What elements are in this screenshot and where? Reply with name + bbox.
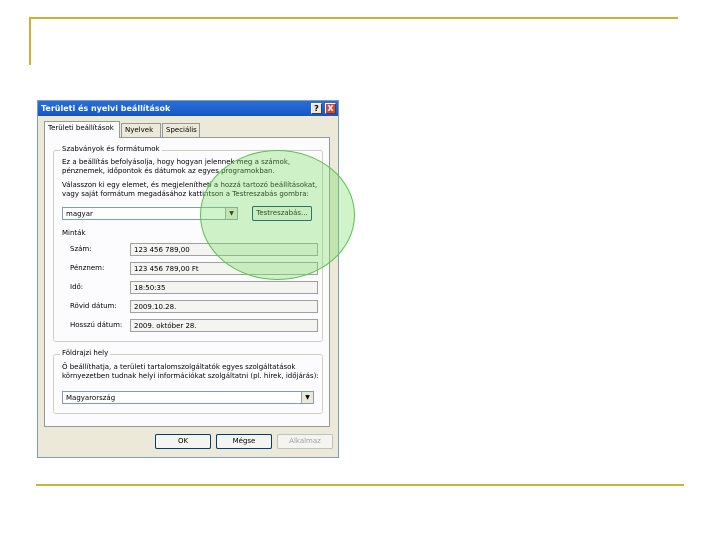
dialog-title: Területi és nyelvi beállítások	[41, 104, 171, 113]
sample-label-time: Idő:	[70, 283, 84, 291]
customize-button[interactable]: Testreszabás...	[252, 206, 312, 221]
slide-top-rule	[30, 17, 678, 19]
location-group: Földrajzi hely Ő beállíthatja, a terület…	[53, 349, 323, 414]
regional-settings-dialog: Területi és nyelvi beállítások ? X Terül…	[37, 100, 339, 458]
apply-button[interactable]: Alkalmaz	[277, 434, 333, 449]
tab-languages[interactable]: Nyelvek	[121, 123, 161, 137]
tab-panel: Szabványok és formátumok Ez a beállítás …	[44, 137, 330, 427]
locale-select[interactable]: magyar ▼	[62, 207, 238, 220]
location-select[interactable]: Magyarország ▼	[62, 391, 314, 404]
location-description-2: környezetben tudnak helyi információkat …	[62, 372, 319, 380]
ok-button[interactable]: OK	[155, 434, 211, 449]
sample-label-currency: Pénznem:	[70, 264, 105, 272]
samples-label: Minták	[62, 229, 86, 237]
close-button[interactable]: X	[325, 103, 336, 114]
location-description-1: Ő beállíthatja, a területi tartalomszolg…	[62, 363, 296, 371]
formats-description-1: Ez a beállítás befolyásolja, hogy hogyan…	[62, 158, 291, 166]
sample-label-long-date: Hosszú dátum:	[70, 321, 123, 329]
sample-value-long-date: 2009. október 28.	[130, 319, 318, 332]
location-group-legend: Földrajzi hely	[60, 349, 111, 357]
formats-description-2: pénznemek, időpontok és dátumok az egyes…	[62, 167, 275, 175]
sample-value-short-date: 2009.10.28.	[130, 300, 318, 313]
cancel-button[interactable]: Mégse	[216, 434, 272, 449]
dialog-titlebar: Területi és nyelvi beállítások	[38, 101, 338, 116]
tab-regional-options[interactable]: Területi beállítások	[44, 121, 120, 138]
formats-group: Szabványok és formátumok Ez a beállítás …	[53, 145, 323, 342]
formats-group-legend: Szabványok és formátumok	[60, 145, 162, 153]
location-select-value: Magyarország	[66, 394, 116, 402]
sample-value-time: 18:50:35	[130, 281, 318, 294]
help-button[interactable]: ?	[311, 103, 322, 114]
slide-bottom-rule	[36, 484, 684, 486]
chevron-down-icon[interactable]: ▼	[301, 392, 313, 403]
slide-left-rule	[29, 17, 31, 65]
locale-select-value: magyar	[66, 210, 93, 218]
sample-label-number: Szám:	[70, 245, 92, 253]
sample-label-short-date: Rövid dátum:	[70, 302, 117, 310]
sample-value-currency: 123 456 789,00 Ft	[130, 262, 318, 275]
chevron-down-icon[interactable]: ▼	[225, 208, 237, 219]
tab-advanced[interactable]: Speciális	[162, 123, 200, 137]
formats-instruction-1: Válasszon ki egy elemet, és megjeleníthe…	[62, 181, 318, 189]
formats-instruction-2: vagy saját formátum megadásához kattints…	[62, 190, 309, 198]
sample-value-number: 123 456 789,00	[130, 243, 318, 256]
